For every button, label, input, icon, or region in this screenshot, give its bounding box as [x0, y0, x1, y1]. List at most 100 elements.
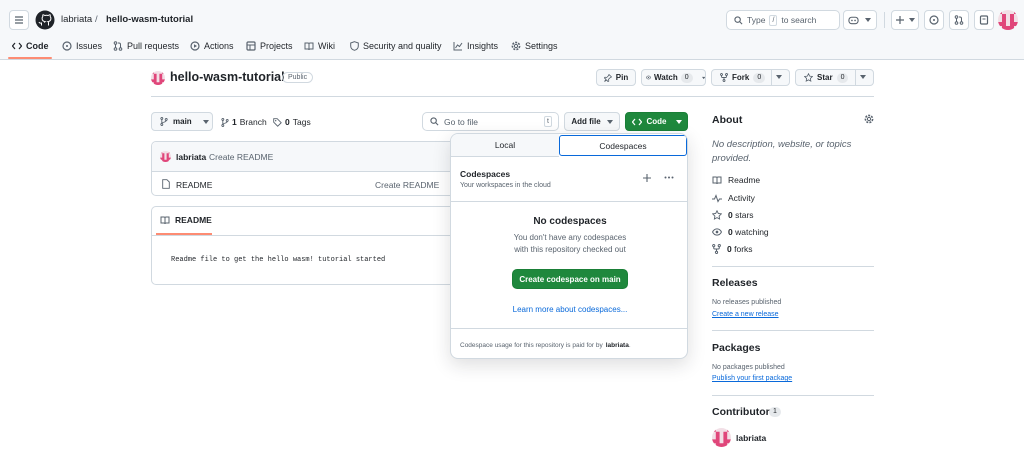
search-icon	[734, 15, 743, 24]
watch-button[interactable]: Watch 0	[641, 69, 706, 86]
code-button[interactable]: Code	[625, 112, 688, 131]
fork-dropdown[interactable]	[776, 75, 782, 79]
breadcrumb-repo[interactable]: hello-wasm-tutorial	[106, 14, 193, 25]
menu-button[interactable]	[9, 10, 29, 30]
copilot-button[interactable]	[843, 10, 877, 30]
chevron-down-icon	[860, 75, 866, 79]
pull-requests-button[interactable]	[949, 10, 969, 30]
empty-line-1: You don't have any codespaces	[513, 233, 627, 242]
new-codespace-button[interactable]	[643, 174, 651, 182]
branch-select[interactable]: main	[151, 112, 213, 131]
chevron-down-icon	[202, 119, 209, 124]
footer-prefix: Codespace usage for this repository is p…	[460, 342, 603, 349]
go-to-file-input[interactable]: Go to file t	[422, 112, 559, 131]
issues-button[interactable]	[924, 10, 944, 30]
dropdown-tab-codespaces[interactable]: Codespaces	[559, 135, 687, 156]
tab-insights[interactable]: Insights	[453, 38, 498, 54]
star-icon	[712, 210, 722, 220]
tab-code-label: Code	[26, 41, 49, 51]
tab-projects[interactable]: Projects	[246, 38, 293, 54]
contributors-title[interactable]: Contributors	[712, 406, 776, 418]
branch-icon	[221, 117, 229, 127]
tab-security[interactable]: Security and quality	[350, 38, 442, 54]
contributor-avatar[interactable]	[712, 428, 731, 447]
pin-button[interactable]: Pin	[596, 69, 636, 86]
breadcrumb-owner[interactable]: labriata	[61, 14, 92, 25]
repo-avatar	[151, 71, 165, 85]
search-input[interactable]: Type / to search	[726, 10, 840, 30]
graph-icon	[453, 42, 463, 51]
branches-link[interactable]: 1 Branch	[221, 117, 267, 127]
tab-actions[interactable]: Actions	[190, 38, 234, 54]
about-activity[interactable]: Activity	[712, 193, 755, 203]
add-file-label: Add file	[571, 117, 601, 126]
readme-tab[interactable]: README	[160, 215, 212, 225]
visibility-badge: Public	[282, 72, 314, 83]
star-dropdown[interactable]	[860, 75, 866, 79]
branch-name: main	[173, 117, 192, 126]
publish-package-link[interactable]: Publish your first package	[712, 375, 792, 382]
repo-name[interactable]: hello-wasm-tutorial	[170, 70, 285, 84]
about-title: About	[712, 114, 743, 126]
issue-icon	[929, 15, 939, 25]
dropdown-tab-codespaces-label: Codespaces	[599, 140, 647, 151]
branches-count: 1	[232, 117, 237, 127]
github-logo[interactable]	[35, 10, 55, 30]
dropdown-tab-local[interactable]: Local	[451, 134, 559, 157]
empty-title: No codespaces	[533, 216, 607, 227]
learn-more-link[interactable]: Learn more about codespaces...	[451, 305, 687, 314]
tab-pull-requests[interactable]: Pull requests	[113, 38, 179, 54]
chevron-down-icon	[606, 119, 613, 124]
search-icon	[430, 117, 439, 126]
book-icon	[160, 216, 170, 224]
about-watching[interactable]: 0 watching	[712, 227, 769, 237]
inbox-button[interactable]	[974, 10, 994, 30]
file-name[interactable]: README	[176, 180, 212, 190]
identicon-icon	[998, 10, 1018, 30]
tab-settings[interactable]: Settings	[511, 38, 558, 54]
chevron-down-icon	[908, 18, 915, 22]
code-icon	[631, 118, 642, 125]
tab-projects-label: Projects	[260, 41, 293, 51]
tags-link[interactable]: 0 Tags	[273, 117, 311, 127]
tab-issues[interactable]: Issues	[62, 38, 102, 54]
tab-code[interactable]: Code	[12, 38, 49, 54]
about-stars[interactable]: 0 stars	[712, 210, 754, 220]
create-new-button[interactable]	[891, 10, 919, 30]
identicon-icon	[160, 151, 171, 162]
breadcrumb-separator: /	[95, 14, 98, 25]
about-forks-count: 0	[727, 244, 732, 254]
book-icon	[304, 42, 314, 50]
code-icon	[12, 42, 22, 50]
about-stars-count: 0	[728, 210, 733, 220]
contributor-name[interactable]: labriata	[736, 433, 766, 443]
tags-label: Tags	[292, 117, 311, 127]
about-readme[interactable]: Readme	[712, 175, 760, 185]
releases-title[interactable]: Releases	[712, 277, 758, 289]
fork-label: Fork	[732, 73, 750, 82]
fork-divider	[771, 69, 772, 86]
about-forks[interactable]: 0 forks	[712, 244, 753, 254]
tab-wiki-label: Wiki	[318, 41, 335, 51]
add-file-button[interactable]: Add file	[564, 112, 620, 131]
contributors-count: 1	[769, 407, 781, 417]
commit-author[interactable]: labriata	[176, 152, 206, 162]
about-watching-count: 0	[728, 227, 733, 237]
create-release-link[interactable]: Create a new release	[712, 311, 779, 318]
commit-message[interactable]: Create README	[209, 152, 273, 162]
readme-divider	[152, 235, 451, 236]
about-forks-label: forks	[734, 244, 753, 254]
watch-count: 0	[680, 72, 693, 83]
create-codespace-button[interactable]: Create codespace on main	[512, 269, 628, 289]
about-settings-button[interactable]	[864, 114, 874, 124]
star-label: Star	[817, 73, 833, 82]
tab-wiki[interactable]: Wiki	[304, 38, 335, 54]
eye-icon	[712, 228, 722, 236]
user-avatar[interactable]	[998, 10, 1018, 30]
file-commit-message[interactable]: Create README	[375, 180, 439, 190]
about-activity-label: Activity	[728, 193, 755, 203]
file-row[interactable]: README Create README	[152, 173, 451, 195]
codespace-options-button[interactable]	[664, 176, 674, 179]
packages-title[interactable]: Packages	[712, 342, 760, 354]
search-key-hint: /	[769, 14, 778, 26]
